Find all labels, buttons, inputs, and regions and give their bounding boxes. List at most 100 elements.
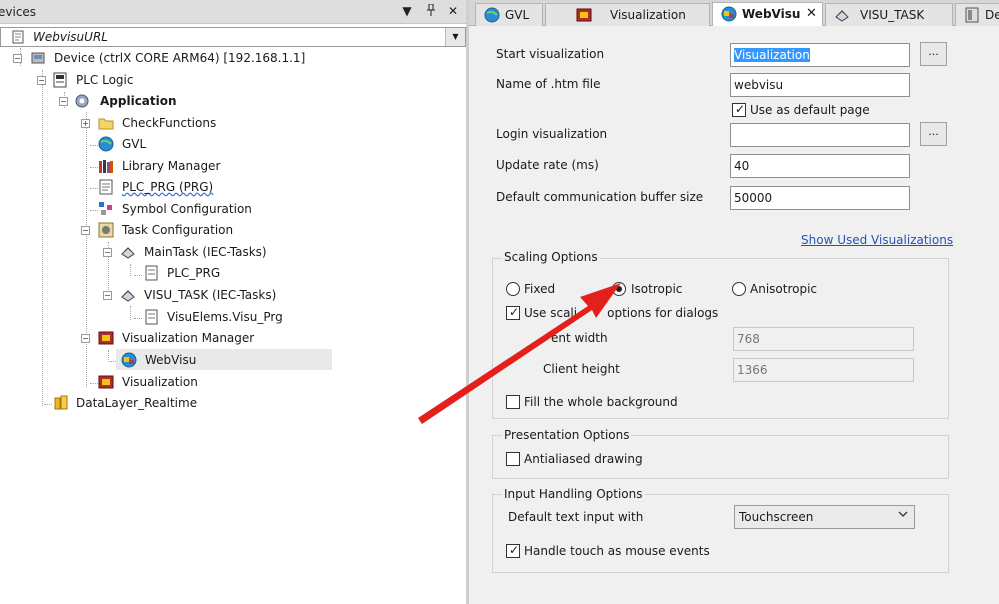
pin-icon[interactable] — [424, 3, 438, 19]
editor-tab-bar: GVL Visualization WebVisu ✕ VISU_TASK De — [469, 0, 999, 26]
device-icon — [964, 7, 980, 23]
tree-item-plc-logic[interactable]: − PLC Logic — [0, 70, 466, 91]
project-combo[interactable]: WebvisuURL ▼ — [0, 27, 466, 47]
devices-pane-title: evices — [0, 5, 37, 19]
htm-file-input[interactable]: webvisu — [730, 73, 910, 97]
radio-fixed-label: Fixed — [524, 282, 556, 296]
task-icon — [834, 7, 850, 23]
presentation-options-title: Presentation Options — [502, 428, 632, 442]
client-height-input[interactable]: 1366 — [733, 358, 914, 382]
scaling-options-title: Scaling Options — [502, 250, 600, 264]
antialiased-label: Antialiased drawing — [524, 452, 643, 466]
devices-pane-header: evices ▼ ✕ — [0, 0, 466, 24]
input-handling-title: Input Handling Options — [502, 487, 645, 501]
combo-dropdown-button[interactable]: ▼ — [445, 28, 465, 46]
tab-webvisu[interactable]: WebVisu ✕ — [712, 2, 823, 26]
pane-menu-button[interactable]: ▼ — [400, 4, 414, 18]
tree-item-datalayer-realtime[interactable]: DataLayer_Realtime — [0, 393, 466, 414]
task-icon — [120, 244, 136, 260]
tree-item-webvisu[interactable]: WebVisu — [0, 350, 466, 371]
tab-gvl[interactable]: GVL — [475, 3, 543, 26]
tree-item-visualization[interactable]: Visualization — [0, 372, 466, 393]
antialiased-checkbox[interactable] — [506, 452, 520, 466]
symbol-config-icon — [98, 201, 114, 217]
tab-visualization[interactable]: Visualization — [545, 3, 710, 26]
program-call-icon — [143, 309, 159, 325]
tree-item-checkfunctions[interactable]: + CheckFunctions — [0, 113, 466, 134]
radio-isotropic[interactable] — [612, 282, 626, 296]
folder-icon — [98, 115, 114, 131]
gear-icon — [74, 93, 90, 109]
tree-item-application[interactable]: − Application — [0, 91, 466, 112]
default-page-checkbox[interactable]: ✓ — [732, 102, 746, 117]
tree-item-gvl[interactable]: GVL — [0, 134, 466, 155]
collapse-icon[interactable]: − — [37, 76, 46, 85]
fill-background-label: Fill the whole background — [524, 395, 678, 409]
tree-item-maintask[interactable]: − MainTask (IEC-Tasks) — [0, 242, 466, 263]
project-name: WebvisuURL — [33, 30, 108, 44]
collapse-icon[interactable]: − — [81, 226, 90, 235]
start-visualization-label: Start visualization — [496, 47, 605, 61]
scaling-dialogs-label: Use scali options for dialogs — [524, 306, 719, 320]
tab-devices[interactable]: De — [955, 3, 999, 26]
program-call-icon — [143, 265, 159, 281]
start-visualization-input[interactable]: Visualization — [730, 43, 910, 67]
buffer-size-label: Default communication buffer size — [496, 190, 704, 204]
client-height-label: Client height — [543, 362, 620, 376]
globe-icon — [484, 7, 500, 23]
tree-item-task-configuration[interactable]: − Task Configuration — [0, 220, 466, 241]
fill-background-checkbox[interactable] — [506, 395, 520, 409]
tree-item-plc-prg[interactable]: PLC_PRG (PRG) — [0, 177, 466, 198]
login-visualization-browse-button[interactable]: ... — [920, 122, 947, 146]
collapse-icon[interactable]: − — [13, 54, 22, 63]
collapse-icon[interactable]: − — [59, 97, 68, 106]
datalayer-icon — [53, 395, 69, 411]
close-pane-button[interactable]: ✕ — [446, 4, 460, 18]
login-visualization-input[interactable] — [730, 123, 910, 147]
htm-file-label: Name of .htm file — [496, 77, 601, 91]
start-visualization-browse-button[interactable]: ... — [920, 42, 947, 66]
radio-anisotropic-label: Anisotropic — [750, 282, 818, 296]
tree-item-library-manager[interactable]: Library Manager — [0, 156, 466, 177]
client-width-label: ent width — [551, 331, 608, 345]
tab-visu-task[interactable]: VISU_TASK — [825, 3, 953, 26]
collapse-icon[interactable]: − — [81, 334, 90, 343]
touch-as-mouse-checkbox[interactable]: ✓ — [506, 543, 520, 558]
chevron-down-icon — [898, 509, 908, 522]
update-rate-label: Update rate (ms) — [496, 158, 599, 172]
tree-item-device[interactable]: − Device (ctrlX CORE ARM64) [192.168.1.1… — [0, 48, 466, 69]
radio-anisotropic[interactable] — [732, 282, 746, 296]
plc-logic-icon — [52, 72, 68, 88]
task-config-icon — [98, 222, 114, 238]
editor-pane: GVL Visualization WebVisu ✕ VISU_TASK De… — [469, 0, 999, 604]
visu-manager-icon — [98, 330, 114, 346]
radio-fixed[interactable] — [506, 282, 520, 296]
touch-as-mouse-label: Handle touch as mouse events — [524, 544, 710, 558]
client-width-input[interactable]: 768 — [733, 327, 914, 351]
collapse-icon[interactable]: − — [103, 248, 112, 257]
tree-item-maintask-plc-prg[interactable]: PLC_PRG — [0, 263, 466, 284]
scaling-dialogs-checkbox[interactable]: ✓ — [506, 305, 520, 320]
default-text-input-select[interactable]: Touchscreen — [734, 505, 915, 529]
show-used-visualizations-link[interactable]: Show Used Visualizations — [801, 233, 953, 247]
close-tab-button[interactable]: ✕ — [806, 6, 817, 21]
radio-isotropic-label: Isotropic — [631, 282, 683, 296]
collapse-icon[interactable]: − — [103, 291, 112, 300]
default-page-label: Use as default page — [750, 103, 870, 117]
task-icon — [120, 287, 136, 303]
expand-icon[interactable]: + — [81, 119, 90, 128]
tree-item-visuelems-visu-prg[interactable]: VisuElems.Visu_Prg — [0, 307, 466, 328]
devices-pane: evices ▼ ✕ WebvisuURL ▼ − Device (ctrlX … — [0, 0, 466, 604]
buffer-size-input[interactable]: 50000 — [730, 186, 910, 210]
update-rate-input[interactable]: 40 — [730, 154, 910, 178]
tree-item-visualization-manager[interactable]: − Visualization Manager — [0, 328, 466, 349]
visualization-icon — [576, 7, 592, 23]
webvisu-icon — [721, 6, 737, 22]
default-text-input-label: Default text input with — [508, 510, 644, 524]
tree-item-symbol-configuration[interactable]: Symbol Configuration — [0, 199, 466, 220]
library-icon — [98, 158, 114, 174]
tree-item-visu-task[interactable]: − VISU_TASK (IEC-Tasks) — [0, 285, 466, 306]
visualization-icon — [98, 374, 114, 390]
program-icon — [98, 179, 114, 195]
device-icon — [30, 50, 46, 66]
